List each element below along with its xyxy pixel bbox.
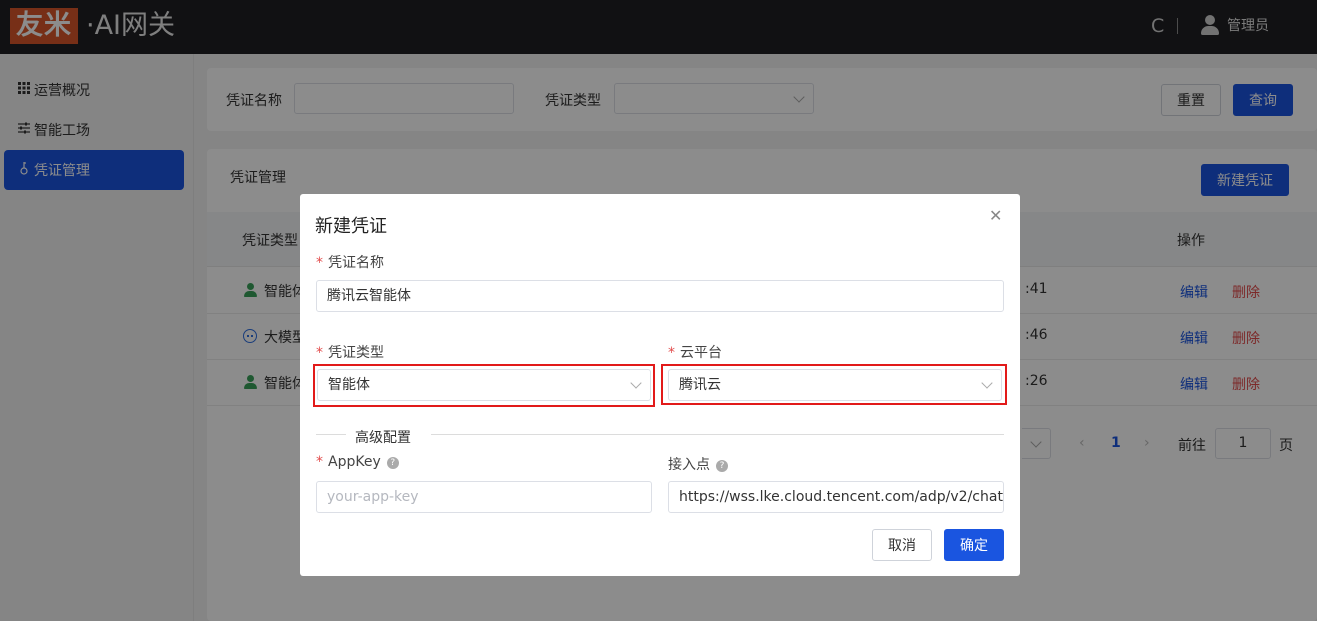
cloud-field-label: * 云平台	[668, 342, 722, 362]
dialog-title: 新建凭证	[315, 216, 387, 237]
name-field-label: * 凭证名称	[316, 252, 384, 272]
cloud-field-label-text: 云平台	[680, 345, 722, 361]
confirm-button[interactable]: 确定	[944, 529, 1004, 561]
appkey-field-label-text: AppKey	[328, 454, 381, 470]
credential-name-input[interactable]: 腾讯云智能体	[316, 280, 1004, 312]
endpoint-input[interactable]: https://wss.lke.cloud.tencent.com/adp/v2…	[668, 481, 1004, 513]
appkey-field-label: * AppKey?	[316, 454, 399, 470]
advanced-config-label: 高级配置	[355, 430, 411, 446]
required-mark: *	[316, 255, 323, 271]
close-icon[interactable]: ✕	[989, 206, 1002, 225]
divider	[431, 434, 1004, 435]
appkey-input[interactable]: your-app-key	[316, 481, 652, 513]
help-icon[interactable]: ?	[386, 457, 399, 469]
highlight-box	[313, 364, 655, 407]
new-credential-dialog: 新建凭证 ✕ * 凭证名称 腾讯云智能体 * 凭证类型 智能体 * 云平台 腾讯云 高…	[300, 194, 1020, 576]
name-field-label-text: 凭证名称	[328, 255, 384, 271]
required-mark: *	[316, 454, 323, 470]
help-icon[interactable]: ?	[716, 460, 728, 472]
required-mark: *	[668, 345, 675, 361]
required-mark: *	[316, 345, 323, 361]
endpoint-field-label: 接入点?	[668, 454, 728, 474]
endpoint-field-label-text: 接入点	[668, 457, 710, 473]
highlight-box	[661, 364, 1007, 405]
type-field-label-text: 凭证类型	[328, 345, 384, 361]
type-field-label: * 凭证类型	[316, 342, 384, 362]
cancel-button[interactable]: 取消	[872, 529, 932, 561]
divider	[316, 434, 346, 435]
